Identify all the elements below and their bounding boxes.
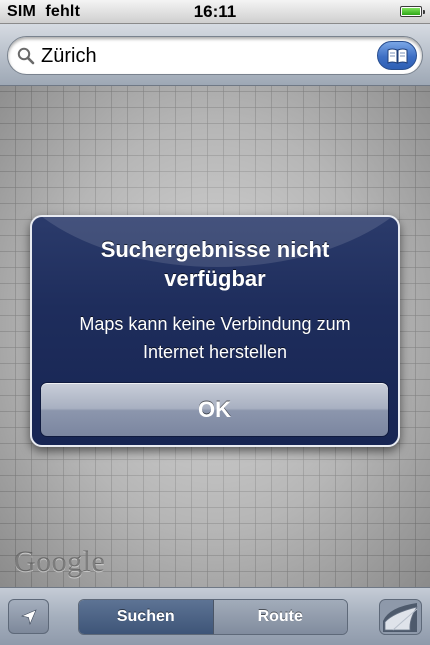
search-query-text: Zürich xyxy=(41,45,97,67)
google-logo: Google xyxy=(14,545,106,578)
alert-dialog: Suchergebnisse nicht verfügbar Maps kann… xyxy=(30,215,400,447)
status-time: 16:11 xyxy=(193,2,237,21)
status-bar: SIM fehlt 16:11 xyxy=(0,0,430,24)
bookmarks-book-icon xyxy=(387,48,408,64)
search-route-segmented-control: Suchen Route xyxy=(78,599,348,635)
segment-route[interactable]: Route xyxy=(213,600,347,634)
search-input[interactable]: Zürich xyxy=(7,36,423,75)
segment-search[interactable]: Suchen xyxy=(79,600,214,634)
search-icon xyxy=(17,47,35,65)
page-curl-icon[interactable] xyxy=(379,599,422,635)
bookmarks-button[interactable] xyxy=(377,41,417,70)
location-arrow-icon xyxy=(21,609,37,625)
alert-title: Suchergebnisse nicht verfügbar xyxy=(100,237,330,291)
alert-message: Maps kann keine Verbindung zum Internet … xyxy=(79,314,351,362)
battery-level-fill xyxy=(402,8,420,15)
maps-screen: SIM fehlt 16:11 Zürich Google Suchergebn… xyxy=(0,0,430,645)
ok-button[interactable]: OK xyxy=(40,382,389,437)
bottom-toolbar: Suchen Route xyxy=(0,587,430,645)
search-bar: Zürich xyxy=(0,24,430,86)
locate-button[interactable] xyxy=(8,599,49,634)
battery-icon xyxy=(400,6,425,17)
